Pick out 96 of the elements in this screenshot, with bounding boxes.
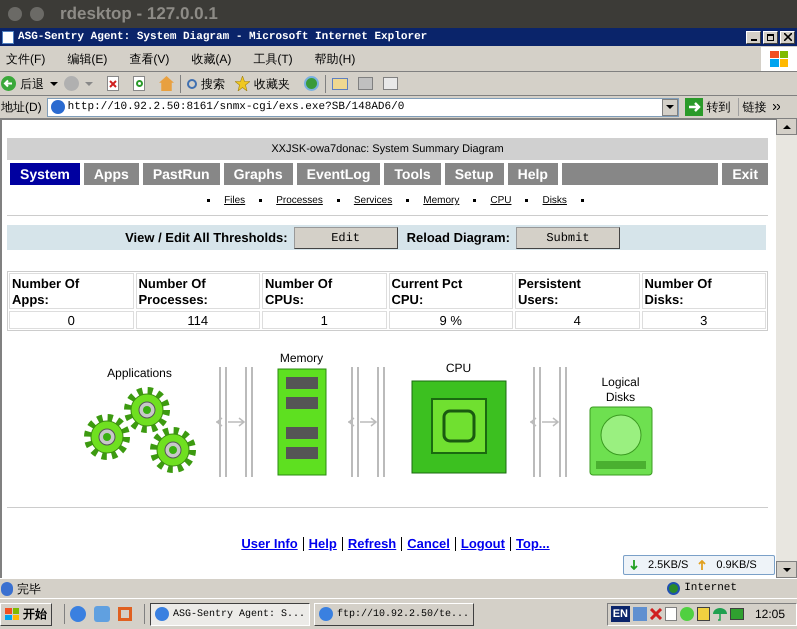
tray-app-icon[interactable] <box>696 607 710 621</box>
stat-value: 9 % <box>388 311 513 329</box>
stat-value: 1 <box>262 311 386 329</box>
tray-app-icon[interactable] <box>664 607 677 621</box>
diagram-label: Applications <box>107 365 172 382</box>
disk-drive-drawing <box>588 405 654 477</box>
scroll-up-button[interactable] <box>776 118 797 135</box>
bullet-icon <box>336 199 340 202</box>
bullet-icon <box>259 199 262 202</box>
edit-button[interactable]: Edit <box>294 226 398 248</box>
sub-nav-link[interactable]: Processes <box>276 193 323 208</box>
bullet-icon <box>525 199 528 202</box>
restore-icon[interactable] <box>763 30 778 44</box>
nav-tab[interactable]: PastRun <box>142 163 220 185</box>
stop-icon[interactable] <box>107 76 119 91</box>
stat-label: Current Pct CPU: <box>388 273 513 309</box>
zone-text: Internet <box>684 581 737 596</box>
history-icon[interactable] <box>304 76 319 91</box>
page-header: XXJSK-owa7donac: System Summary Diagram <box>7 138 768 160</box>
upload-arrow-icon <box>698 560 706 570</box>
vmware-quick-launch-icon[interactable] <box>118 607 132 621</box>
footer-link[interactable]: Help <box>308 534 337 554</box>
diagram-label: Memory <box>280 350 324 367</box>
start-button[interactable]: 开始 <box>0 602 52 626</box>
home-icon[interactable] <box>159 76 174 91</box>
stat-value: 4 <box>515 311 640 329</box>
menu-item[interactable]: 文件(F) <box>0 50 52 68</box>
menu-item[interactable]: 工具(T) <box>247 50 299 68</box>
window-title: ASG-Sentry Agent: System Diagram - Microsoft Internet Explorer <box>18 30 428 45</box>
stat-label: Number Of Disks: <box>642 273 766 309</box>
dropdown-button[interactable] <box>662 98 678 116</box>
bullet-icon <box>207 199 210 202</box>
tray-app-icon[interactable] <box>730 608 744 620</box>
chevrons-icon <box>772 104 780 110</box>
thresholds-label: View / Edit All Thresholds: <box>125 228 288 247</box>
bullet-icon <box>580 199 584 202</box>
reload-label: Reload Diagram: <box>406 228 510 247</box>
nav-tab[interactable]: Exit <box>722 163 768 185</box>
stat-label: Number Of CPUs: <box>262 273 386 309</box>
nav-tab[interactable]: System <box>10 163 80 185</box>
star-icon <box>235 76 250 91</box>
globe-icon <box>667 582 680 595</box>
refresh-icon[interactable] <box>133 76 145 91</box>
diagram-label: CPU <box>446 360 472 377</box>
diagram-label: Logical Disks <box>600 375 641 405</box>
stat-label: Number Of Processes: <box>136 273 260 309</box>
windows-logo-icon <box>761 46 797 70</box>
scroll-down-button[interactable] <box>776 561 797 578</box>
network-error-icon[interactable] <box>650 608 662 620</box>
nav-tab[interactable]: Apps <box>84 163 139 185</box>
footer-link[interactable]: Refresh <box>348 534 396 554</box>
language-indicator[interactable]: EN <box>610 606 630 622</box>
bullet-icon <box>473 199 476 202</box>
stat-value: 114 <box>136 311 260 329</box>
window-title: rdesktop - 127.0.0.1 <box>60 3 218 26</box>
back-button[interactable]: 后退 <box>1 74 44 92</box>
nav-tab[interactable]: Help <box>508 163 558 185</box>
footer-link[interactable]: Logout <box>460 534 505 554</box>
sub-nav-link[interactable]: Services <box>354 193 392 208</box>
menu-item[interactable]: 收藏(A) <box>185 50 238 68</box>
menu-item[interactable]: 查看(V) <box>123 50 176 68</box>
footer-link[interactable]: Top... <box>516 534 550 554</box>
footer-link[interactable]: Cancel <box>407 534 450 554</box>
upload-speed: 0.9KB/S <box>716 558 757 573</box>
search-button[interactable]: 搜索 <box>187 74 225 92</box>
sub-nav-link[interactable]: CPU <box>490 193 512 208</box>
clock: 12:05 <box>754 606 785 623</box>
submit-button[interactable]: Submit <box>516 226 620 248</box>
url-text: http://10.92.2.50:8161/snmx-cgi/exs.exe?SB/148AD6/0 <box>68 100 404 115</box>
download-arrow-icon <box>630 560 638 570</box>
stat-label: Number Of Apps: <box>9 273 134 309</box>
status-text: 完毕 <box>17 580 41 598</box>
menu-item[interactable]: 帮助(H) <box>308 50 362 68</box>
go-button[interactable]: 转到 <box>684 98 732 116</box>
bullet-icon <box>406 199 410 202</box>
sub-nav-link[interactable]: Files <box>224 193 246 208</box>
address-field[interactable]: http://10.92.2.50:8161/snmx-cgi/exs.exe?SB/148AD6/0 <box>46 98 679 116</box>
favorites-button[interactable]: 收藏夹 <box>235 74 290 92</box>
stat-label: Persistent Users: <box>515 273 640 309</box>
nav-tab[interactable]: Graphs <box>224 163 293 185</box>
menu-item[interactable]: 编辑(E) <box>61 50 114 68</box>
sub-nav-link[interactable]: Disks <box>542 193 567 208</box>
taskbar-task-button[interactable]: ftp://10.92.2.50/te... <box>314 602 474 626</box>
scrollbar[interactable] <box>776 118 797 578</box>
links-button[interactable]: 链接 <box>738 98 780 116</box>
stat-value: 0 <box>9 311 134 329</box>
nav-tab[interactable]: EventLog <box>296 163 380 185</box>
nav-tab[interactable]: Setup <box>444 163 504 185</box>
address-label: 地址(D) <box>0 99 43 116</box>
stat-value: 3 <box>642 311 766 329</box>
caret-icon[interactable] <box>50 82 58 86</box>
sub-nav-link[interactable]: Memory <box>423 193 460 208</box>
nav-tab[interactable]: Tools <box>384 163 441 185</box>
download-speed: 2.5KB/S <box>648 558 688 573</box>
footer-link[interactable]: User Info <box>241 534 298 554</box>
taskbar-task-button[interactable]: ASG-Sentry Agent: S... <box>150 602 310 626</box>
